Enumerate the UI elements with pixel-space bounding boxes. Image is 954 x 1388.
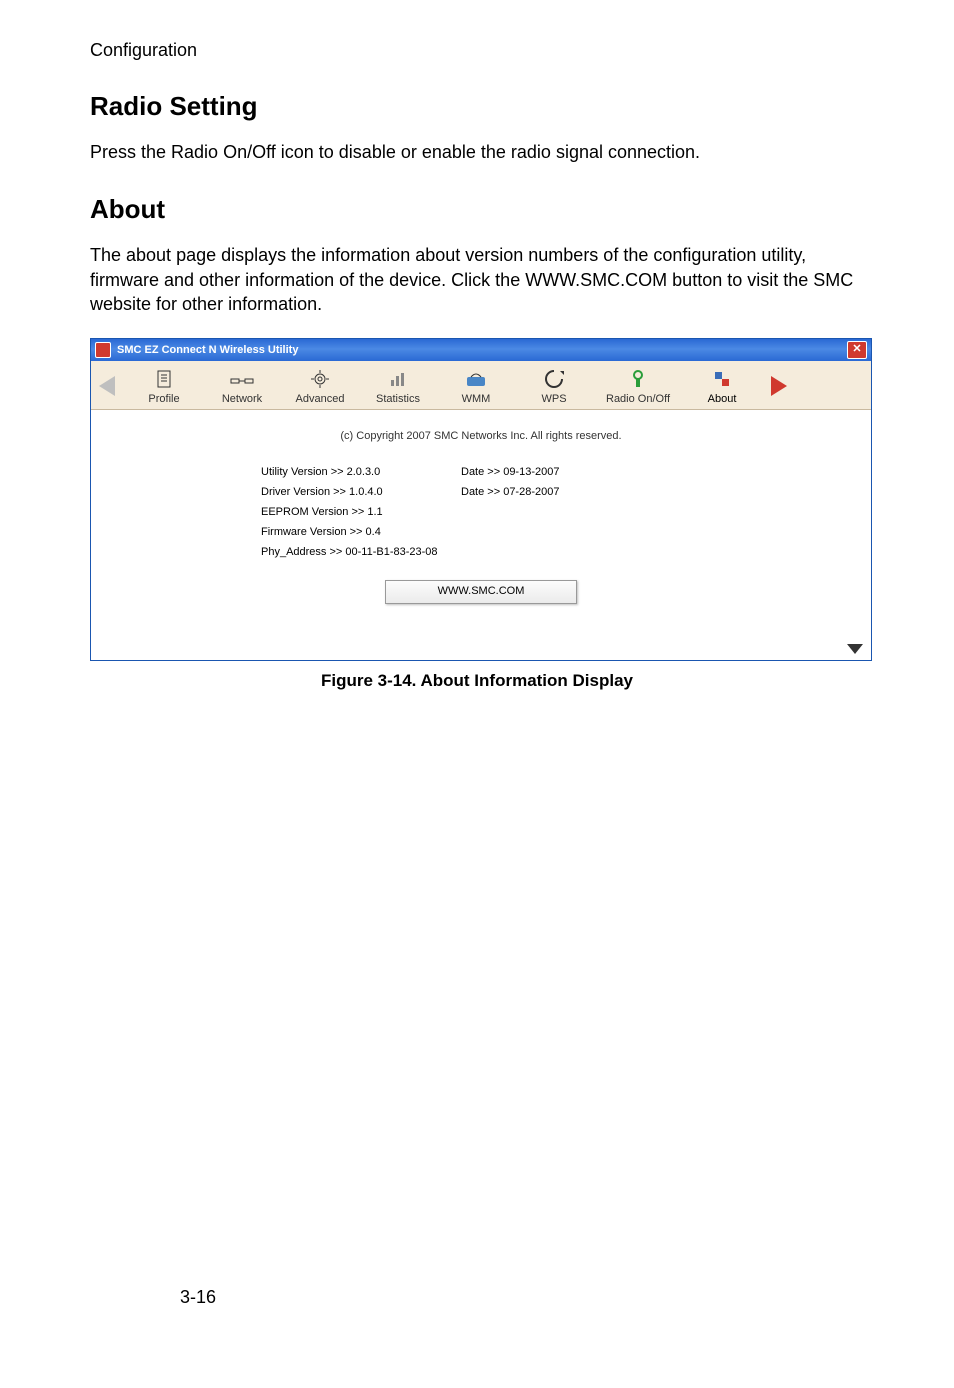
heading-radio-setting: Radio Setting bbox=[90, 91, 864, 122]
tab-label: Statistics bbox=[376, 393, 420, 405]
app-window: SMC EZ Connect N Wireless Utility ✕ Prof… bbox=[90, 338, 872, 661]
tab-radio-onoff[interactable]: Radio On/Off bbox=[593, 367, 683, 405]
about-icon bbox=[711, 367, 733, 391]
about-pane: (c) Copyright 2007 SMC Networks Inc. All… bbox=[91, 410, 871, 660]
heading-about: About bbox=[90, 194, 864, 225]
tab-wps[interactable]: WPS bbox=[515, 367, 593, 405]
window-title: SMC EZ Connect N Wireless Utility bbox=[117, 344, 847, 356]
copyright-text: (c) Copyright 2007 SMC Networks Inc. All… bbox=[91, 430, 871, 442]
running-header: Configuration bbox=[90, 40, 864, 61]
close-icon[interactable]: ✕ bbox=[847, 341, 867, 359]
titlebar: SMC EZ Connect N Wireless Utility ✕ bbox=[91, 339, 871, 361]
nav-next-arrow-icon[interactable] bbox=[771, 376, 787, 396]
info-label: Phy_Address >> 00-11-B1-83-23-08 bbox=[261, 546, 521, 558]
info-label: EEPROM Version >> 1.1 bbox=[261, 506, 461, 518]
page-number: 3-16 bbox=[180, 1287, 216, 1308]
tab-label: Profile bbox=[148, 393, 179, 405]
nav-prev-arrow-icon[interactable] bbox=[99, 376, 115, 396]
tab-statistics[interactable]: Statistics bbox=[359, 367, 437, 405]
tab-label: About bbox=[708, 393, 737, 405]
tab-label: WMM bbox=[462, 393, 491, 405]
tab-label: Advanced bbox=[296, 393, 345, 405]
app-icon bbox=[95, 342, 111, 358]
tab-label: WPS bbox=[541, 393, 566, 405]
info-row: Firmware Version >> 0.4 bbox=[261, 522, 871, 542]
tab-label: Radio On/Off bbox=[606, 393, 670, 405]
tab-wmm[interactable]: WMM bbox=[437, 367, 515, 405]
statistics-icon bbox=[387, 367, 409, 391]
wmm-icon bbox=[464, 367, 488, 391]
para-about: The about page displays the information … bbox=[90, 243, 864, 316]
version-info-grid: Utility Version >> 2.0.3.0 Date >> 09-13… bbox=[261, 462, 871, 562]
info-label: Driver Version >> 1.0.4.0 bbox=[261, 486, 461, 498]
wps-icon bbox=[543, 367, 565, 391]
info-date: Date >> 07-28-2007 bbox=[461, 486, 611, 498]
tab-network[interactable]: Network bbox=[203, 367, 281, 405]
gear-icon bbox=[309, 367, 331, 391]
info-date: Date >> 09-13-2007 bbox=[461, 466, 611, 478]
tab-about[interactable]: About bbox=[683, 367, 761, 405]
network-icon bbox=[229, 367, 255, 391]
info-row: EEPROM Version >> 1.1 bbox=[261, 502, 871, 522]
para-radio-setting: Press the Radio On/Off icon to disable o… bbox=[90, 140, 864, 164]
tab-profile[interactable]: Profile bbox=[125, 367, 203, 405]
smc-website-button[interactable]: WWW.SMC.COM bbox=[385, 580, 577, 604]
info-label: Firmware Version >> 0.4 bbox=[261, 526, 461, 538]
info-row: Phy_Address >> 00-11-B1-83-23-08 bbox=[261, 542, 871, 562]
info-label: Utility Version >> 2.0.3.0 bbox=[261, 466, 461, 478]
info-row: Driver Version >> 1.0.4.0 Date >> 07-28-… bbox=[261, 482, 871, 502]
toolbar: Profile Network Advanced Statistics WMM bbox=[91, 361, 871, 410]
info-row: Utility Version >> 2.0.3.0 Date >> 09-13… bbox=[261, 462, 871, 482]
radio-onoff-icon bbox=[627, 367, 649, 391]
figure-caption: Figure 3-14. About Information Display bbox=[90, 671, 864, 691]
profile-icon bbox=[153, 367, 175, 391]
expand-arrow-down-icon[interactable] bbox=[847, 644, 863, 654]
tab-label: Network bbox=[222, 393, 262, 405]
tab-advanced[interactable]: Advanced bbox=[281, 367, 359, 405]
